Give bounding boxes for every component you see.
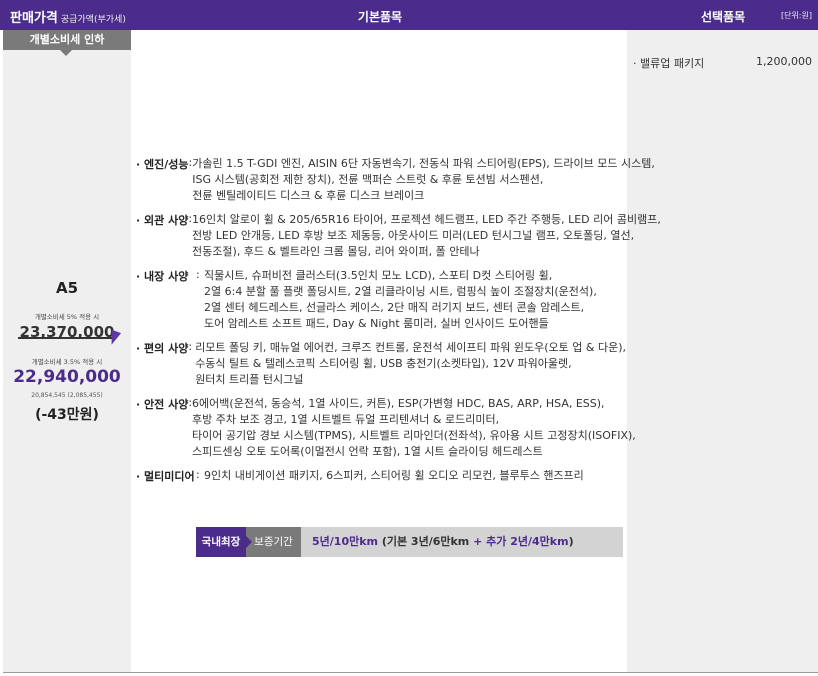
header-unit: [단위:원] xyxy=(780,11,812,20)
feature-line: 타이어 공기압 경보 시스템(TPMS), 시트벨트 리마인더(전좌석), 유아… xyxy=(192,429,636,442)
warranty-tag-period: 보증기간 xyxy=(246,527,301,557)
price-difference: (-43만원) xyxy=(35,407,99,423)
feature-line: 9인치 내비게이션 패키지, 6스피커, 스티어링 휠 오디오 리모컨, 블루투… xyxy=(204,469,584,482)
option-package-price: 1,200,000 xyxy=(756,55,812,68)
discount-tab-pointer xyxy=(60,50,72,56)
feature-line: 전동조절), 후드 & 벨트라인 크롬 몰딩, 리어 와이퍼, 폴 안테나 xyxy=(192,245,480,258)
header-basic-items: 기본품목 xyxy=(357,10,403,24)
feature-group: · 멀티미디어:9인치 내비게이션 패키지, 6스피커, 스티어링 휠 오디오 … xyxy=(136,468,626,484)
header-option-items: 선택품목 xyxy=(701,10,746,24)
feature-line: 2열 센터 헤드레스트, 선글라스 케이스, 2단 매직 러기지 보드, 센터 … xyxy=(204,301,585,314)
table-header: 판매가격 공급가액(부가세) 기본품목 선택품목 [단위:원] xyxy=(0,0,818,30)
feature-group: · 엔진/성능: 가솔린 1.5 T-GDI 엔진, AISIN 6단 자동변속기… xyxy=(136,156,655,204)
feature-line: ISG 시스템(공회전 제한 장치), 전륜 맥퍼슨 스트럿 & 후륜 토션빔 … xyxy=(192,173,544,186)
feature-group: · 안전 사양:6에어백(운전석, 동승석, 1열 사이드, 커튼), ESP(… xyxy=(136,396,636,460)
feature-group-label: · 멀티미디어 xyxy=(136,470,195,483)
feature-line: 도어 암레스트 소프트 패드, Day & Night 룸미러, 실버 인사이드… xyxy=(204,317,549,330)
feature-separator: : xyxy=(188,340,193,353)
option-package-name: · 밸류업 패키지 xyxy=(633,57,705,70)
price-new: 22,940,000 xyxy=(13,367,121,387)
feature-line: 16인치 알로이 휠 & 205/65R16 타이어, 프로젝션 헤드램프, L… xyxy=(192,213,661,226)
feature-lines: 리모트 폴딩 키, 매뉴얼 에어컨, 크루즈 컨트롤, 운전석 세이프티 파워 … xyxy=(195,340,626,388)
feature-line: 후방 주차 보조 경고, 1열 시트벨트 듀얼 프리텐셔너 & 로드리미터, xyxy=(192,413,500,426)
basic-features-list: · 엔진/성능: 가솔린 1.5 T-GDI 엔진, AISIN 6단 자동변속기… xyxy=(136,156,661,492)
warranty-basic: (기본 3년/6만km xyxy=(378,535,474,548)
price-column xyxy=(3,30,131,673)
feature-line: 6에어백(운전석, 동승석, 1열 사이드, 커튼), ESP(가변형 HDC,… xyxy=(192,397,605,410)
warranty-text: 5년/10만km (기본 3년/6만km + 추가 2년/4만km) xyxy=(312,527,574,557)
warranty-tag-longest: 국내최장 xyxy=(196,527,246,557)
feature-line: 직물시트, 슈퍼비전 클러스터(3.5인치 모노 LCD), 스포티 D컷 스티… xyxy=(204,269,553,282)
feature-lines: 직물시트, 슈퍼비전 클러스터(3.5인치 모노 LCD), 스포티 D컷 스티… xyxy=(204,268,626,332)
option-column xyxy=(627,30,818,673)
feature-lines: 16인치 알로이 휠 & 205/65R16 타이어, 프로젝션 헤드램프, L… xyxy=(192,212,661,260)
tax5-label: 개별소비세 5% 적용 시 xyxy=(34,313,100,321)
feature-group: · 외관 사양:16인치 알로이 휠 & 205/65R16 타이어, 프로젝션… xyxy=(136,212,661,260)
feature-group-label: · 엔진/성능 xyxy=(136,158,189,171)
warranty-bar: 국내최장 보증기간 5년/10만km (기본 3년/6만km + 추가 2년/4… xyxy=(196,527,623,557)
feature-group: · 편의 사양: 리모트 폴딩 키, 매뉴얼 에어컨, 크루즈 컨트롤, 운전석 … xyxy=(136,340,626,388)
discount-tab: 개별소비세 인하 xyxy=(3,30,131,50)
feature-group-label: · 편의 사양 xyxy=(136,342,189,355)
feature-lines: 9인치 내비게이션 패키지, 6스피커, 스티어링 휠 오디오 리모컨, 블루투… xyxy=(204,468,626,484)
warranty-main: 5년/10만km xyxy=(312,535,378,548)
feature-line: 수동식 틸트 & 텔레스코픽 스티어링 휠, USB 충전기(소켓타입), 12… xyxy=(195,357,572,370)
feature-group: · 내장 사양: 직물시트, 슈퍼비전 클러스터(3.5인치 모노 LCD), 스… xyxy=(136,268,626,332)
feature-separator: : xyxy=(196,268,200,281)
trim-name: A5 xyxy=(55,279,79,297)
feature-line: 가솔린 1.5 T-GDI 엔진, AISIN 6단 자동변속기, 전동식 파워… xyxy=(192,157,655,170)
table-bottom-border xyxy=(3,672,818,673)
feature-separator: : xyxy=(196,468,200,481)
feature-line: 전방 LED 안개등, LED 후방 보조 제동등, 아웃사이드 미러(LED … xyxy=(192,229,635,242)
feature-lines: 6에어백(운전석, 동승석, 1열 사이드, 커튼), ESP(가변형 HDC,… xyxy=(192,396,636,460)
warranty-tag-pointer xyxy=(246,536,252,548)
feature-lines: 가솔린 1.5 T-GDI 엔진, AISIN 6단 자동변속기, 전동식 파워… xyxy=(192,156,655,204)
feature-line: 원터치 트리플 턴시그널 xyxy=(195,373,304,386)
feature-group-label: · 내장 사양 xyxy=(136,270,189,283)
feature-line: 리모트 폴딩 키, 매뉴얼 에어컨, 크루즈 컨트롤, 운전석 세이프티 파워 … xyxy=(195,341,626,354)
feature-line: 2열 6:4 분할 풀 플랫 폴딩시트, 2열 리클라이닝 시트, 럼핑식 높이… xyxy=(204,285,597,298)
tax35-label: 개별소비세 3.5% 적용 시 xyxy=(31,358,103,366)
warranty-close: ) xyxy=(568,535,574,548)
feature-line: 전륜 벤틸레이티드 디스크 & 후륜 디스크 브레이크 xyxy=(192,189,425,202)
warranty-extra: + 추가 2년/4만km xyxy=(473,535,569,548)
price-supply-vat: 20,854,545 (2,085,455) xyxy=(31,392,103,399)
feature-group-label: · 안전 사양 xyxy=(136,398,189,411)
feature-group-label: · 외관 사양 xyxy=(136,214,189,227)
price-old-strike xyxy=(18,337,116,339)
feature-line: 스피드센싱 오토 도어록(이멀전시 언락 포함), 1열 시트 슬라이딩 헤드레… xyxy=(192,445,543,458)
